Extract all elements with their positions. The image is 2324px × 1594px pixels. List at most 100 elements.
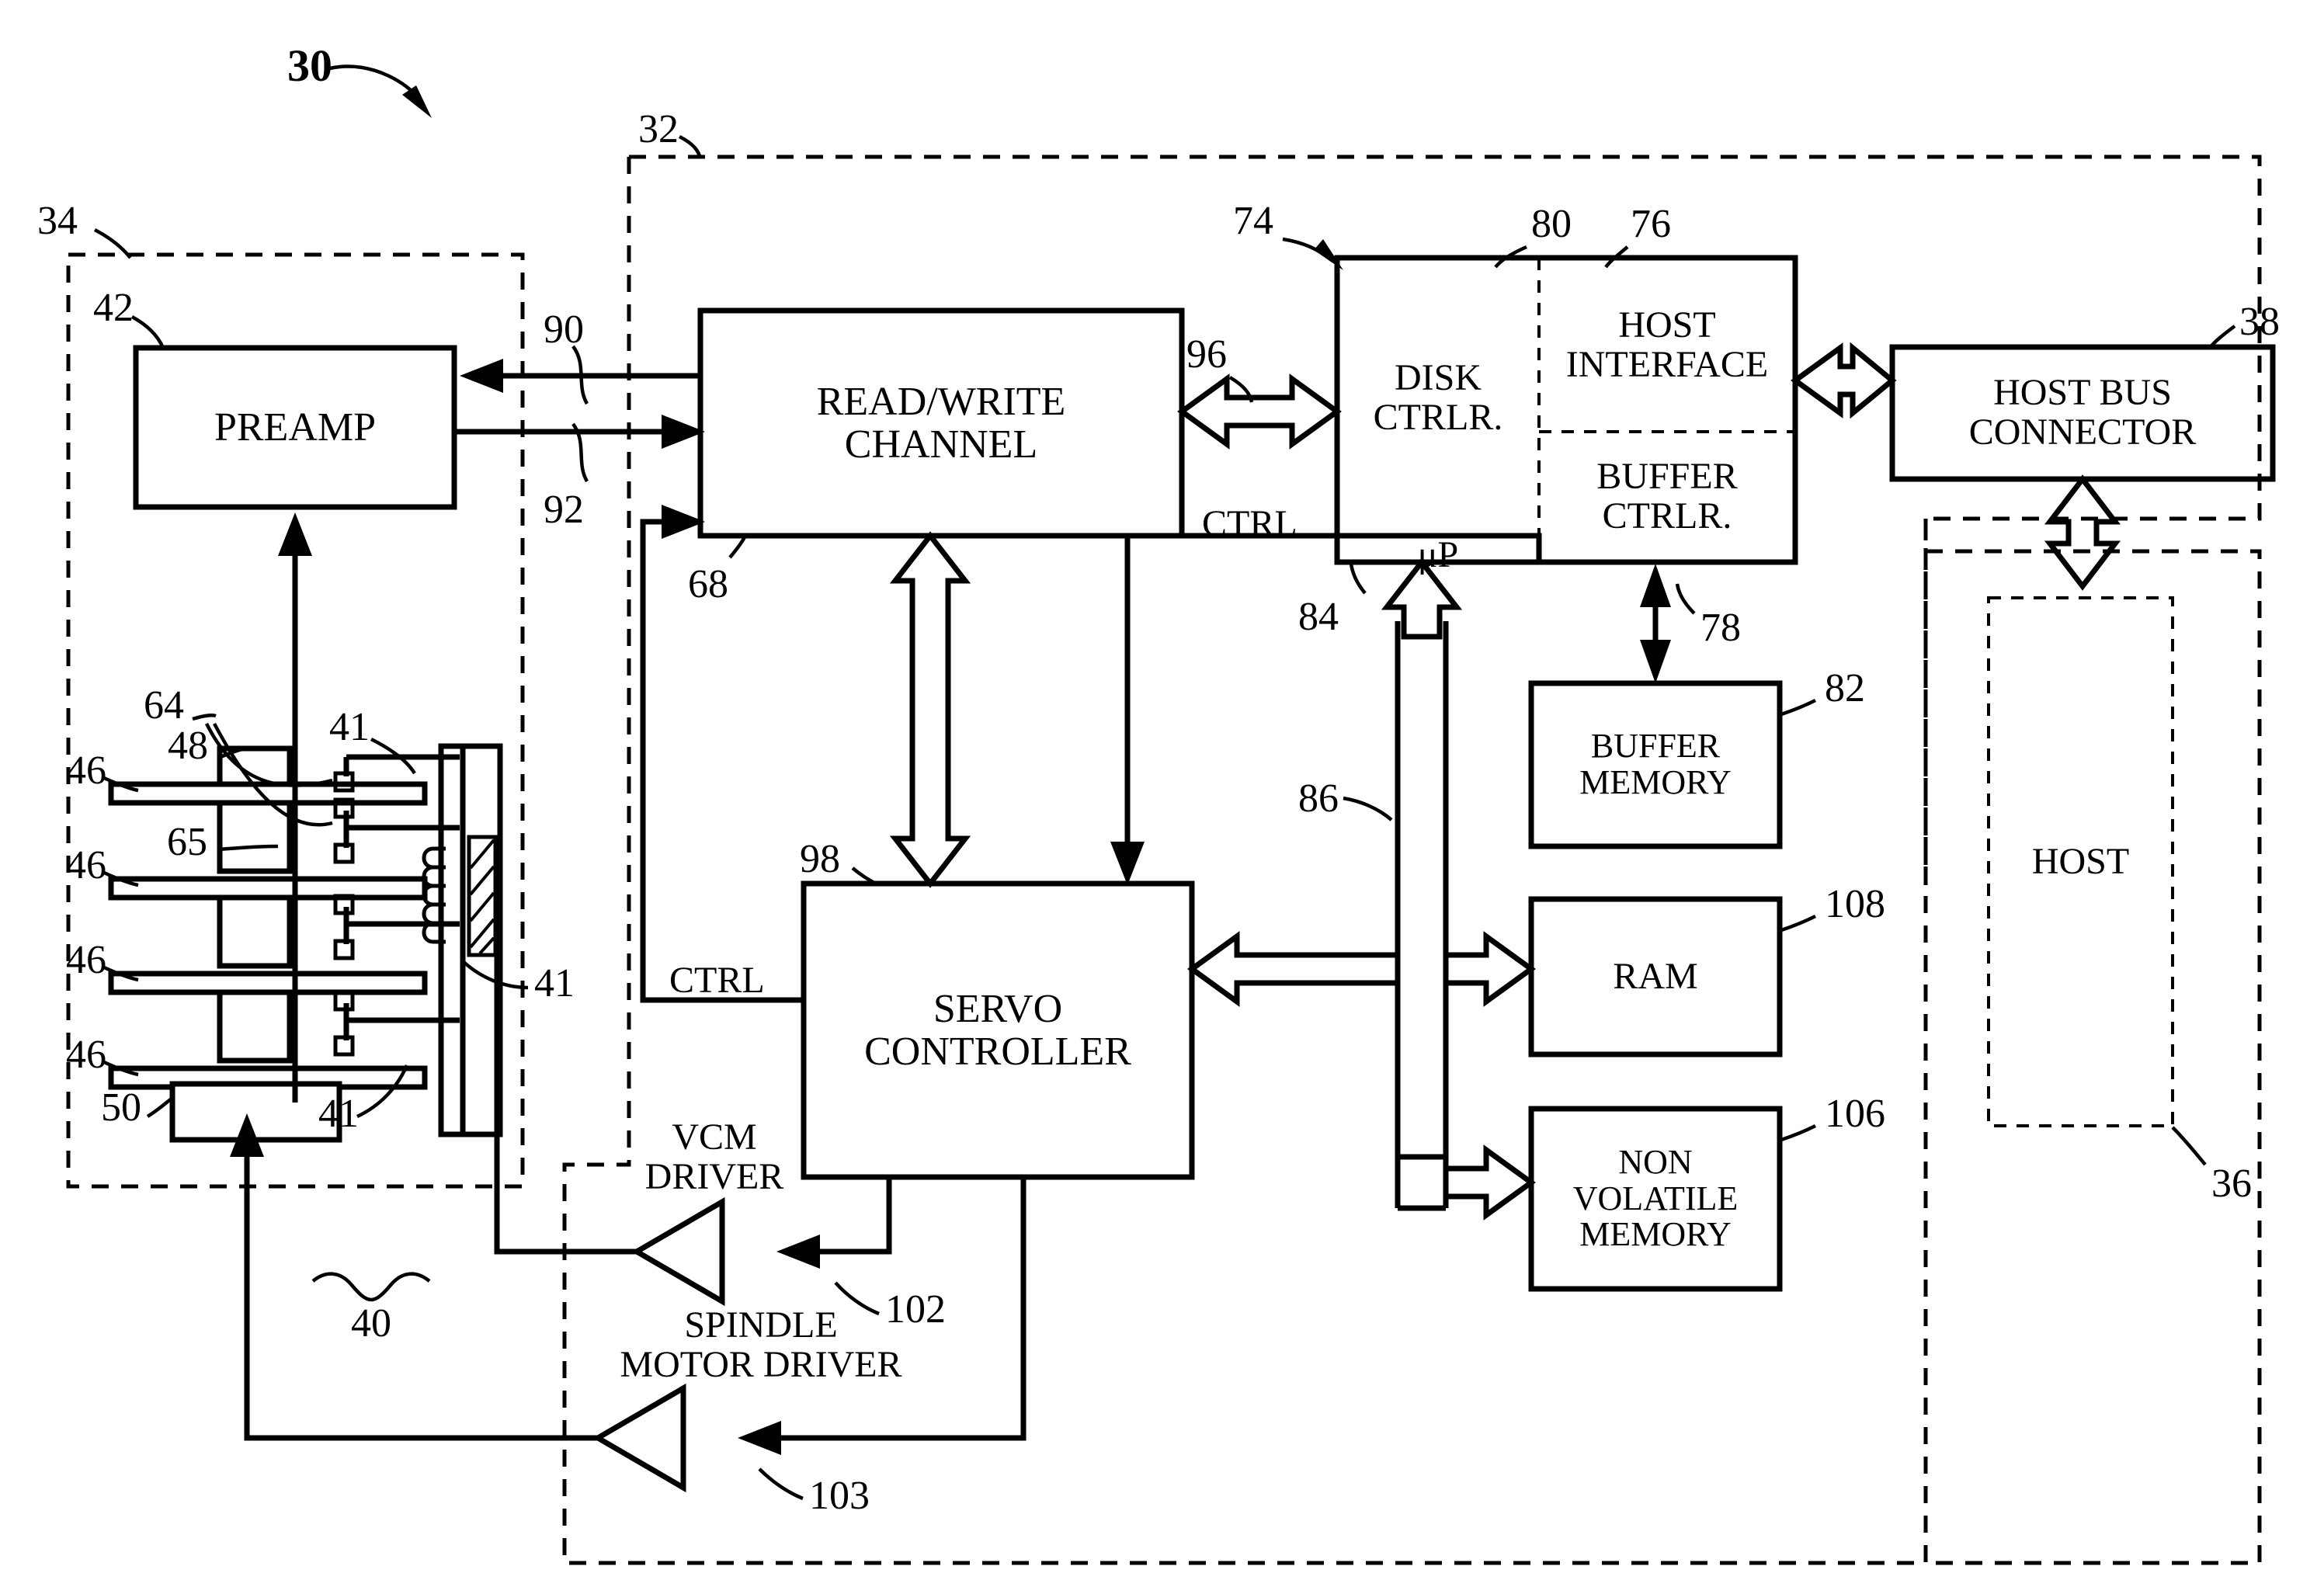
patent-figure-canvas: 30 32 34 36 38 40 42 46 46 46 46 48 50 6… [0,0,2324,1594]
microprocessor-label: μP [1417,533,1459,575]
disk-platter-2 [108,876,428,901]
processor-bus-ram-arrow [1443,931,1536,1007]
buffer-ctrlr-label: BUFFER CTRLR. [1539,435,1795,559]
leader-68 [728,534,748,559]
spindle-motor-driver-label: SPINDLE MOTOR DRIVER [613,1303,908,1388]
disk-ctrlr-line1: DISK [1394,357,1482,399]
leader-103 [758,1467,804,1501]
buffer-ctrlr-line1: BUFFER [1596,456,1738,498]
preamp-label: PREAMP [214,405,377,450]
channel-bus-arrow [1177,373,1342,450]
processor-bus-nvm-arrow [1443,1144,1536,1221]
ref-84: 84 [1298,595,1339,639]
smd-line1: SPINDLE [684,1304,838,1346]
processor-bus-servo-arrow [1187,931,1401,1007]
disk-ctrlr-label: DISK CTRLR. [1337,309,1539,488]
ref-30: 30 [287,40,332,91]
disk-ctrlr-line2: CTRLR. [1373,397,1503,438]
leader-30-arrow [402,85,432,118]
rwc-line2: CHANNEL [844,422,1038,467]
host-if-line1: HOST [1618,304,1716,346]
leader-78 [1675,583,1696,615]
disk-platter-3 [108,971,428,995]
nvm-line1: NON [1618,1143,1693,1182]
servo-vcm-arrowhead [776,1235,820,1269]
ref-32: 32 [638,107,679,151]
ref-68: 68 [688,562,728,606]
ref-74: 74 [1233,199,1273,243]
servo-line2: CONTROLLER [864,1030,1131,1074]
ref-78: 78 [1700,606,1741,650]
leader-50 [146,1096,174,1118]
ref-96: 96 [1186,332,1227,377]
vcm-line1: VCM [672,1116,757,1158]
ref-46-b: 46 [66,843,106,887]
processor-bus-nvm-left [1395,1006,1446,1160]
spindle-shaft-2 [217,890,293,969]
servo-line1: SERVO [933,986,1063,1031]
ref-98: 98 [800,837,840,881]
ref-103: 103 [809,1474,870,1518]
ref-42: 42 [93,286,134,330]
hbc-line2: CONNECTOR [1968,412,2197,453]
ram-label: RAM [1613,955,1698,997]
ctrl-label-servo: CTRL [669,960,765,1001]
rwc-servo-bus-arrow [889,531,971,888]
ref-38: 38 [2239,300,2280,344]
bufferctrl-arrowhead-up [1640,564,1671,607]
ref-46-a: 46 [66,748,106,793]
ref-50: 50 [101,1085,141,1130]
rwc-line1: READ/WRITE [816,379,1066,424]
bufmem-line1: BUFFER [1590,727,1721,766]
leader-36 [2171,1126,2207,1166]
brace-40 [311,1272,431,1302]
ref-80: 80 [1531,202,1572,246]
spindle-shaft-3 [217,985,293,1064]
hostif-connector-bus-arrow [1791,342,1897,419]
host-label: HOST [2031,840,2130,882]
ref-108: 108 [1825,882,1885,926]
ref-34: 34 [37,199,78,243]
vcm-line2: DRIVER [644,1156,784,1197]
bufmem-line2: MEMORY [1579,763,1732,801]
ref-106: 106 [1825,1092,1885,1136]
servo-vcm-wire [812,1177,892,1255]
leader-64 [192,713,217,721]
buffermem-arrowhead-down [1640,640,1671,683]
ref-48: 48 [168,724,208,768]
connector-host-bus-arrow [2044,474,2121,591]
host-bus-connector-label: HOST BUS CONNECTOR [1892,347,2273,479]
ref-92: 92 [544,488,584,532]
ref-41-c: 41 [318,1092,359,1136]
ref-76: 76 [1631,202,1671,246]
ref-46-d: 46 [66,1033,106,1077]
servo-controller-label: SERVO CONTROLLER [804,884,1192,1177]
buffer-memory-label: BUFFER MEMORY [1531,683,1780,846]
leader-86 [1343,796,1393,821]
smd-line2: MOTOR DRIVER [620,1344,902,1385]
ref-36: 36 [2211,1162,2252,1206]
ref-64: 64 [144,683,184,728]
ref-82: 82 [1825,666,1865,710]
ref-40: 40 [351,1301,391,1346]
host-interface-label: HOST INTERFACE [1539,264,1795,427]
ref-46-c: 46 [66,938,106,982]
leader-74-arrow [1314,239,1343,270]
ref-41-b: 41 [534,961,575,1005]
non-volatile-memory-label: NON VOLATILE MEMORY [1531,1109,1780,1289]
host-if-line2: INTERFACE [1565,344,1769,385]
hbc-line1: HOST BUS [1993,372,2172,414]
read-signal-arrowhead [460,359,503,393]
nvm-line3: MEMORY [1579,1215,1732,1254]
ref-41-a: 41 [329,705,370,749]
spindle-driver-out [244,1149,598,1441]
spindle-motor-box [169,1081,342,1143]
read-write-channel-label: READ/WRITE CHANNEL [700,311,1182,536]
ref-90: 90 [544,307,584,352]
leader-42 [130,315,165,349]
spindle-motor-driver-amp [592,1383,686,1493]
buffer-ctrlr-line2: CTRLR. [1602,495,1732,537]
nvm-line2: VOLATILE [1572,1179,1739,1217]
vcm-driver-amp [631,1196,725,1307]
ctrl-label-disk: CTRL [1202,503,1297,544]
